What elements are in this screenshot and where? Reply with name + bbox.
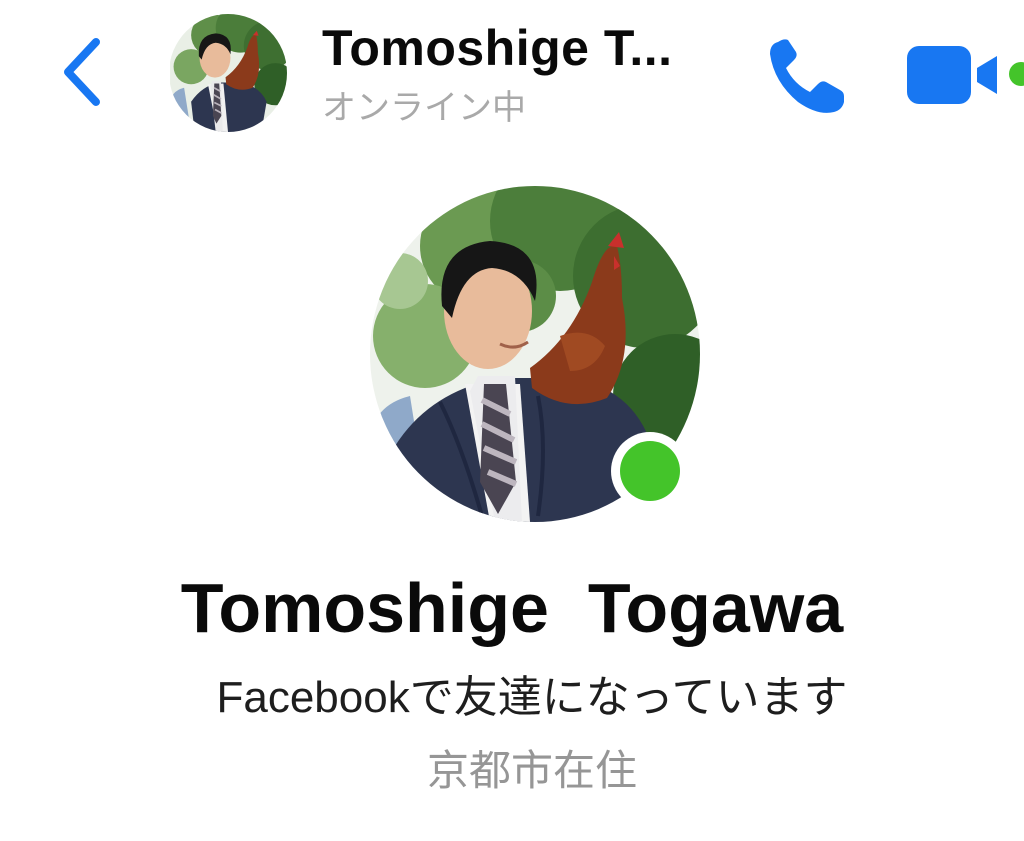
profile-avatar-container (370, 186, 700, 522)
voice-call-button[interactable] (764, 34, 848, 118)
header-contact-name[interactable]: Tomoshige T... (322, 20, 673, 76)
profile-photo (170, 14, 287, 132)
video-camera-icon (907, 46, 1024, 104)
header-avatar[interactable] (169, 14, 287, 132)
video-call-button[interactable] (905, 44, 1024, 106)
back-button[interactable] (52, 30, 116, 114)
location-text: 京都市在住 (426, 747, 637, 794)
friend-status-text: Facebookで友達になっています (216, 673, 848, 722)
chevron-left-icon (64, 38, 100, 106)
online-indicator (611, 432, 689, 510)
phone-icon (770, 39, 844, 113)
header-online-status: オンライン中 (322, 89, 526, 127)
profile-name: Tomoshige Togawa (180, 569, 844, 647)
